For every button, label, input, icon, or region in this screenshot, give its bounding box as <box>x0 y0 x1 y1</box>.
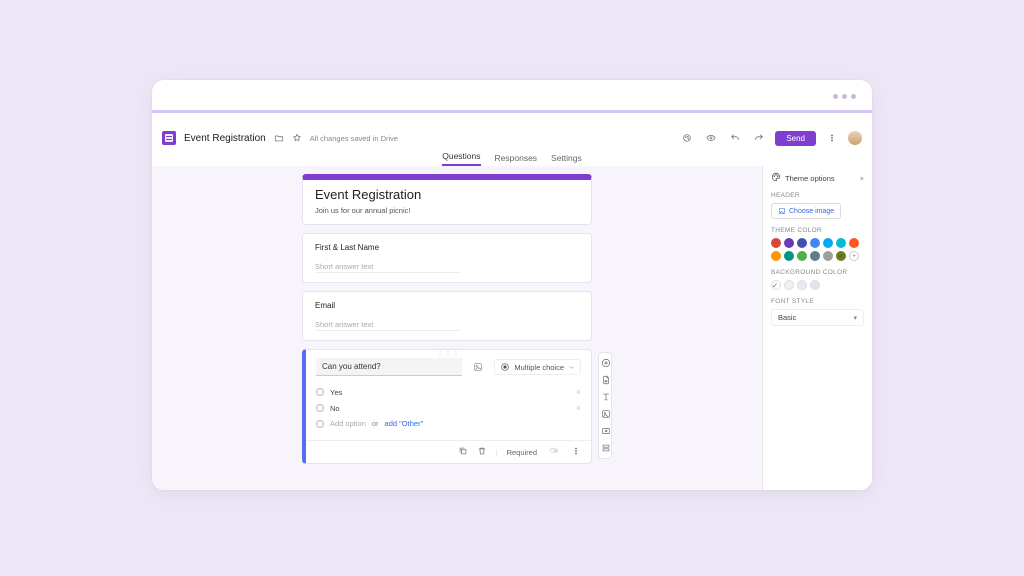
add-video-icon[interactable] <box>601 426 611 436</box>
color-swatch[interactable] <box>771 238 781 248</box>
add-option-row[interactable]: Add option or add "Other" <box>316 416 581 431</box>
close-icon[interactable]: × <box>860 174 864 183</box>
background-swatches: ✓ <box>771 280 864 290</box>
theme-color-label: THEME COLOR <box>771 227 864 234</box>
undo-icon[interactable] <box>727 130 743 146</box>
required-label: Required <box>507 448 537 457</box>
redo-icon[interactable] <box>751 130 767 146</box>
color-swatch-selected[interactable]: ✓ <box>836 251 846 261</box>
account-avatar[interactable] <box>848 131 862 145</box>
tab-questions[interactable]: Questions <box>442 151 480 166</box>
tab-settings[interactable]: Settings <box>551 153 582 166</box>
more-icon[interactable] <box>824 130 840 146</box>
form-title[interactable]: Event Registration <box>315 187 579 202</box>
bg-swatch[interactable] <box>810 280 820 290</box>
option-label[interactable]: Yes <box>330 388 342 397</box>
choose-image-button[interactable]: Choose image <box>771 203 841 219</box>
add-other-link[interactable]: add "Other" <box>385 419 424 428</box>
delete-icon[interactable] <box>477 446 487 458</box>
font-style-label: FONT STYLE <box>771 298 864 305</box>
theme-panel: Theme options × HEADER Choose image THEM… <box>762 166 872 490</box>
add-image-icon[interactable] <box>470 359 486 375</box>
question-title: Email <box>315 301 579 310</box>
chevron-down-icon: ▾ <box>853 314 857 322</box>
color-swatch[interactable] <box>797 251 807 261</box>
short-answer-placeholder: Short answer text <box>315 320 460 331</box>
form-header-card[interactable]: Event Registration Join us for our annua… <box>302 174 592 225</box>
color-swatch[interactable] <box>771 251 781 261</box>
radio-icon <box>316 404 324 412</box>
tab-row: Questions Responses Settings <box>152 150 872 166</box>
tab-responses[interactable]: Responses <box>495 153 538 166</box>
header-section-label: HEADER <box>771 192 864 199</box>
drag-handle-icon[interactable]: ⋮⋮⋮ <box>306 350 591 358</box>
question-card-selected[interactable]: ⋮⋮⋮ Can you attend? Multiple choice <box>302 349 592 464</box>
color-swatch[interactable] <box>797 238 807 248</box>
or-label: or <box>372 419 379 428</box>
document-title[interactable]: Event Registration <box>184 133 266 144</box>
option-row[interactable]: Yes × <box>316 384 581 400</box>
radio-icon <box>316 388 324 396</box>
question-type-label: Multiple choice <box>514 363 564 372</box>
duplicate-icon[interactable] <box>458 446 468 458</box>
browser-window: Event Registration All changes saved in … <box>152 80 872 490</box>
browser-loading-bar <box>152 110 872 113</box>
color-swatch[interactable] <box>810 238 820 248</box>
question-title-input[interactable]: Can you attend? <box>316 358 462 376</box>
import-questions-icon[interactable] <box>601 375 611 385</box>
font-style-select[interactable]: Basic ▾ <box>771 309 864 326</box>
preview-icon[interactable] <box>703 130 719 146</box>
option-label[interactable]: No <box>330 404 340 413</box>
required-toggle[interactable] <box>546 446 562 458</box>
remove-option-icon[interactable]: × <box>576 387 581 397</box>
send-button[interactable]: Send <box>775 131 816 146</box>
bg-swatch[interactable] <box>797 280 807 290</box>
color-swatch[interactable] <box>823 238 833 248</box>
form-canvas: Event Registration Join us for our annua… <box>152 166 762 490</box>
window-controls <box>833 94 856 99</box>
forms-logo-icon <box>162 131 176 145</box>
add-color-swatch[interactable]: + <box>849 251 859 261</box>
question-card[interactable]: Email Short answer text <box>302 291 592 341</box>
palette-icon <box>771 172 781 184</box>
add-option-label[interactable]: Add option <box>330 419 366 428</box>
theme-panel-title: Theme options <box>785 174 835 183</box>
radio-icon <box>316 420 324 428</box>
color-swatch[interactable] <box>849 238 859 248</box>
add-title-icon[interactable] <box>601 392 611 402</box>
customize-theme-icon[interactable] <box>679 130 695 146</box>
question-more-icon[interactable] <box>571 446 581 458</box>
remove-option-icon[interactable]: × <box>576 403 581 413</box>
theme-color-swatches: ✓ + <box>771 238 866 261</box>
bg-swatch[interactable] <box>784 280 794 290</box>
option-row[interactable]: No × <box>316 400 581 416</box>
add-image-icon[interactable] <box>601 409 611 419</box>
color-swatch[interactable] <box>836 238 846 248</box>
folder-icon[interactable] <box>274 133 284 143</box>
color-swatch[interactable] <box>784 251 794 261</box>
question-type-select[interactable]: Multiple choice <box>494 359 581 375</box>
color-swatch[interactable] <box>823 251 833 261</box>
form-description[interactable]: Join us for our annual picnic! <box>315 206 579 215</box>
short-answer-placeholder: Short answer text <box>315 262 460 273</box>
save-status: All changes saved in Drive <box>310 134 398 143</box>
question-card[interactable]: First & Last Name Short answer text <box>302 233 592 283</box>
color-swatch[interactable] <box>784 238 794 248</box>
color-swatch[interactable] <box>810 251 820 261</box>
question-title: First & Last Name <box>315 243 579 252</box>
add-section-icon[interactable] <box>601 443 611 453</box>
background-color-label: BACKGROUND COLOR <box>771 269 864 276</box>
star-icon[interactable] <box>292 133 302 143</box>
bg-swatch-selected[interactable]: ✓ <box>771 280 781 290</box>
forms-app: Event Registration All changes saved in … <box>152 126 872 490</box>
floating-toolbar <box>598 352 612 459</box>
app-header: Event Registration All changes saved in … <box>152 126 872 150</box>
add-question-icon[interactable] <box>601 358 611 368</box>
